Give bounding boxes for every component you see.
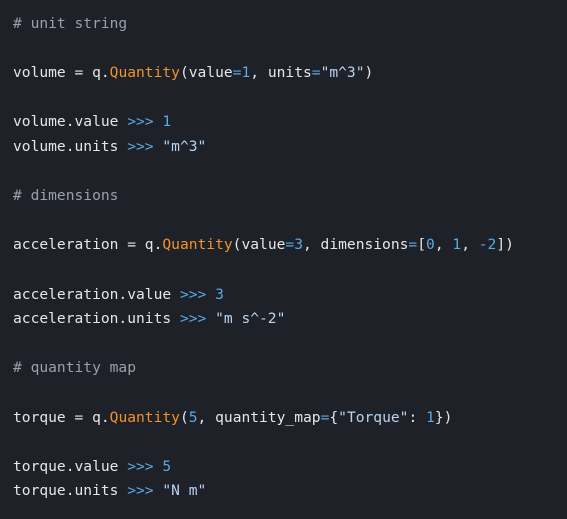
number-literal: -2 — [478, 236, 497, 254]
code-line-comment-dim: # dimensions — [13, 184, 567, 209]
expression-text: torque.value — [13, 457, 119, 475]
argument-text: , dimensions — [302, 236, 409, 254]
equals-sign: = — [311, 64, 321, 82]
string-output: "N m" — [162, 482, 207, 500]
code-line-comment-qmap: # quantity map — [13, 356, 567, 381]
assign-operator: = q. — [65, 64, 110, 82]
comment-text: # quantity map — [13, 359, 137, 377]
code-line-volume-value: volume.value >>> 1 — [13, 110, 567, 135]
code-line-volume-units: volume.units >>> "m^3" — [13, 135, 567, 160]
code-block: # unit string volume = q.Quantity(value=… — [0, 0, 567, 519]
code-line-accel-value: acceleration.value >>> 3 — [13, 283, 567, 308]
class-name: Quantity — [109, 408, 180, 426]
open-paren: ( — [179, 408, 189, 426]
output-prompt: >>> — [118, 137, 163, 155]
assign-operator: = q. — [65, 408, 110, 426]
expression-text: volume.units — [13, 137, 119, 155]
code-line-volume-assign: volume = q.Quantity(value=1, units="m^3"… — [13, 61, 567, 86]
list-separator: , — [434, 236, 453, 254]
number-literal: 1 — [452, 236, 462, 254]
comment-text: # unit string — [13, 15, 128, 32]
class-name: Quantity — [109, 64, 180, 82]
code-line-accel-units: acceleration.units >>> "m s^-2" — [13, 307, 567, 332]
list-open: [ — [417, 236, 427, 254]
code-line-torque-assign: torque = q.Quantity(5, quantity_map={"To… — [13, 406, 567, 431]
variable-name: torque — [13, 408, 66, 426]
list-separator: , — [461, 236, 479, 254]
string-literal: "m^3" — [320, 64, 365, 82]
expression-text: acceleration.value — [13, 285, 172, 303]
expression-text: torque.units — [13, 482, 119, 500]
close-paren: ) — [364, 64, 374, 82]
number-literal: 3 — [294, 236, 303, 254]
code-line-torque-units: torque.units >>> "N m" — [13, 479, 567, 504]
variable-name: volume — [13, 64, 66, 82]
class-name: Quantity — [162, 236, 233, 254]
argument-text: (value — [232, 236, 286, 254]
equals-sign: = — [408, 236, 418, 254]
code-line-torque-value: torque.value >>> 5 — [13, 455, 567, 480]
output-prompt: >>> — [118, 482, 163, 500]
output-prompt: >>> — [171, 310, 216, 328]
variable-name: acceleration — [13, 236, 119, 254]
dict-close: }) — [434, 408, 453, 426]
string-literal: "Torque" — [338, 408, 409, 426]
expression-text: acceleration.units — [13, 310, 172, 328]
number-literal: 5 — [188, 408, 198, 426]
string-output: "m^3" — [162, 137, 207, 155]
argument-text: (value — [179, 64, 233, 82]
dict-colon: : — [408, 408, 427, 426]
code-line-comment-unit: # unit string — [13, 12, 567, 37]
list-close: ]) — [496, 236, 514, 254]
output-prompt: >>> 3 — [171, 285, 224, 303]
equals-sign: = — [285, 236, 295, 254]
comment-text: # dimensions — [13, 187, 119, 205]
argument-text: , quantity_map — [197, 408, 321, 426]
code-line-accel-assign: acceleration = q.Quantity(value=3, dimen… — [13, 233, 567, 258]
dict-open: { — [329, 408, 339, 426]
number-literal: 1 — [241, 64, 251, 82]
output-prompt: >>> 1 — [118, 113, 172, 131]
argument-text: , units — [250, 64, 312, 82]
output-prompt: >>> 5 — [118, 457, 172, 475]
expression-text: volume.value — [13, 113, 119, 131]
string-output: "m s^-2" — [215, 310, 286, 328]
number-literal: 0 — [426, 236, 435, 254]
assign-operator: = q. — [118, 236, 163, 254]
number-literal: 1 — [426, 408, 435, 426]
